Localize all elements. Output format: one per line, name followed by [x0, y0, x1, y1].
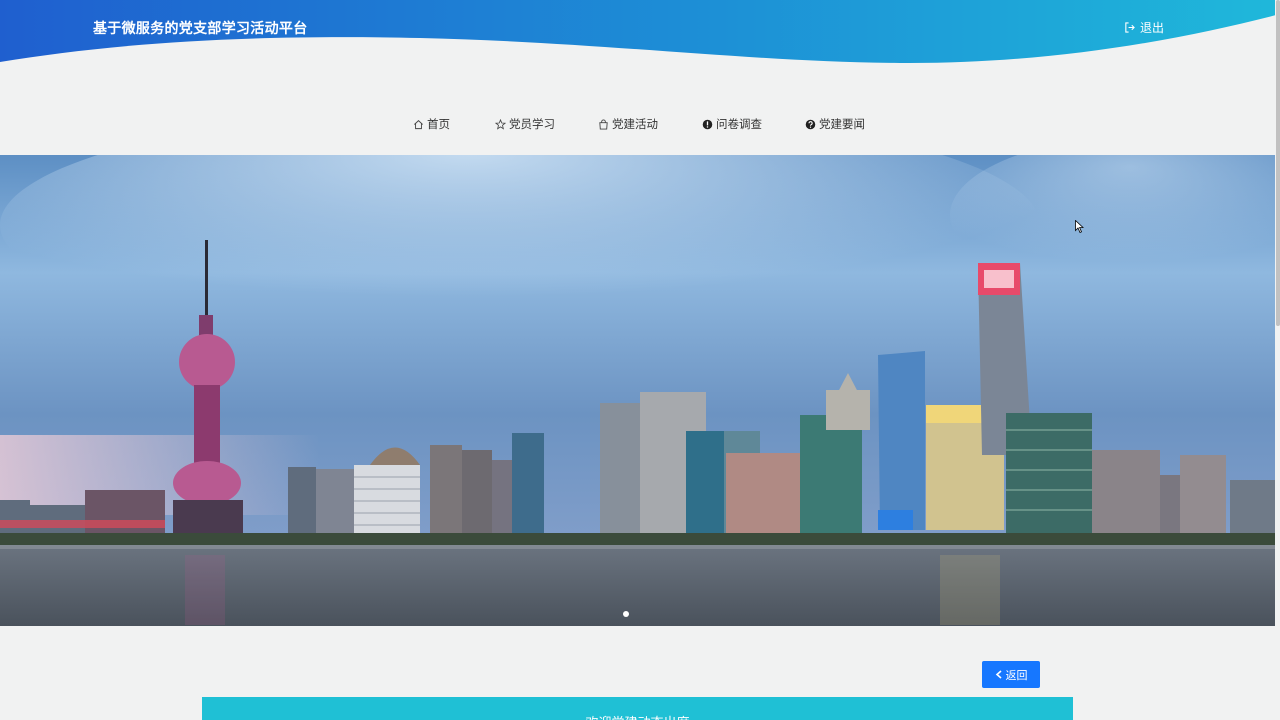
logout-label: 退出	[1140, 21, 1165, 35]
content-panel-header: 欢迎党建动态出席	[202, 697, 1073, 720]
nav-item-label: 问卷调查	[716, 117, 762, 131]
site-title: 基于微服务的党支部学习活动平台	[93, 21, 308, 37]
page: 基于微服务的党支部学习活动平台 退出 首页 党员学习 党建活动 问卷调查 党建要…	[0, 0, 1280, 720]
nav-item-label: 党员学习	[509, 117, 555, 131]
question-circle-icon	[805, 119, 816, 129]
back-button[interactable]: 返回	[982, 661, 1040, 688]
back-button-label: 返回	[1005, 668, 1028, 682]
nav-item-news[interactable]: 党建要闻	[805, 112, 865, 136]
mouse-cursor-icon	[1075, 220, 1084, 233]
nav-item-label: 党建活动	[612, 117, 658, 131]
nav-item-label: 党建要闻	[819, 117, 865, 131]
panel-title: 欢迎党建动态出席	[202, 712, 1073, 720]
nav-item-activities[interactable]: 党建活动	[598, 112, 658, 136]
page-scrollbar[interactable]	[1275, 0, 1280, 720]
home-icon	[414, 119, 423, 129]
nav-item-home[interactable]: 首页	[413, 112, 450, 136]
logout-button[interactable]: 退出	[1124, 19, 1164, 36]
nav-item-label: 首页	[427, 117, 450, 131]
bag-icon	[599, 118, 608, 130]
carousel-dot-active[interactable]	[623, 611, 629, 617]
scrollbar-thumb[interactable]	[1276, 0, 1280, 326]
arrow-left-icon	[995, 670, 1002, 679]
main-nav: 首页 党员学习 党建活动 问卷调查 党建要闻	[0, 112, 1280, 136]
info-circle-icon	[702, 119, 713, 129]
logout-icon	[1125, 22, 1135, 33]
nav-item-survey[interactable]: 问卷调查	[702, 112, 762, 136]
nav-item-learning[interactable]: 党员学习	[495, 112, 555, 136]
star-icon	[495, 118, 506, 130]
